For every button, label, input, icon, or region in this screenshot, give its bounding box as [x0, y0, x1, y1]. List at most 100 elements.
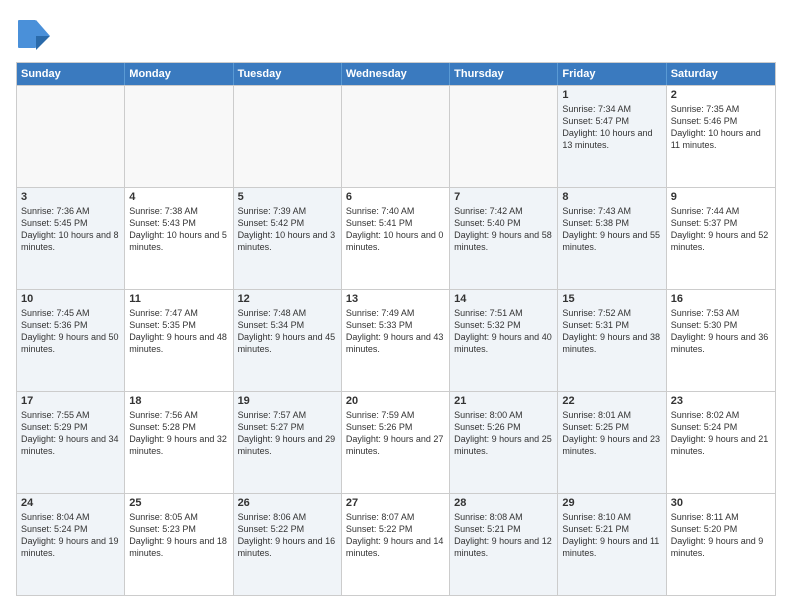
day-number: 5 [238, 191, 337, 203]
day-cell-22: 22 Sunrise: 8:01 AM Sunset: 5:25 PM Dayli… [558, 392, 666, 493]
day-cell-2: 2 Sunrise: 7:35 AM Sunset: 5:46 PM Daylig… [667, 86, 775, 187]
day-cell-12: 12 Sunrise: 7:48 AM Sunset: 5:34 PM Dayli… [234, 290, 342, 391]
day-info: Sunrise: 8:05 AM Sunset: 5:23 PM Dayligh… [129, 511, 228, 560]
day-number: 14 [454, 293, 553, 305]
day-number: 28 [454, 497, 553, 509]
calendar: SundayMondayTuesdayWednesdayThursdayFrid… [16, 62, 776, 596]
day-cell-5: 5 Sunrise: 7:39 AM Sunset: 5:42 PM Daylig… [234, 188, 342, 289]
day-cell-21: 21 Sunrise: 8:00 AM Sunset: 5:26 PM Dayli… [450, 392, 558, 493]
calendar-row-4: 24 Sunrise: 8:04 AM Sunset: 5:24 PM Dayli… [17, 493, 775, 595]
day-cell-8: 8 Sunrise: 7:43 AM Sunset: 5:38 PM Daylig… [558, 188, 666, 289]
day-number: 21 [454, 395, 553, 407]
day-number: 2 [671, 89, 771, 101]
day-info: Sunrise: 7:40 AM Sunset: 5:41 PM Dayligh… [346, 205, 445, 254]
day-info: Sunrise: 7:39 AM Sunset: 5:42 PM Dayligh… [238, 205, 337, 254]
page: SundayMondayTuesdayWednesdayThursdayFrid… [0, 0, 792, 612]
day-cell-24: 24 Sunrise: 8:04 AM Sunset: 5:24 PM Dayli… [17, 494, 125, 595]
day-info: Sunrise: 8:01 AM Sunset: 5:25 PM Dayligh… [562, 409, 661, 458]
day-number: 8 [562, 191, 661, 203]
day-number: 18 [129, 395, 228, 407]
header [16, 16, 776, 52]
empty-cell-0-4 [450, 86, 558, 187]
day-cell-13: 13Sunrise: 7:49 AM Sunset: 5:33 PM Dayli… [342, 290, 450, 391]
day-number: 19 [238, 395, 337, 407]
weekday-header-thursday: Thursday [450, 63, 558, 85]
empty-cell-0-2 [234, 86, 342, 187]
day-info: Sunrise: 7:36 AM Sunset: 5:45 PM Dayligh… [21, 205, 120, 254]
calendar-body: 1 Sunrise: 7:34 AM Sunset: 5:47 PM Daylig… [17, 85, 775, 595]
day-info: Sunrise: 7:59 AM Sunset: 5:26 PM Dayligh… [346, 409, 445, 458]
calendar-row-2: 10 Sunrise: 7:45 AM Sunset: 5:36 PM Dayli… [17, 289, 775, 391]
day-cell-30: 30 Sunrise: 8:11 AM Sunset: 5:20 PM Dayli… [667, 494, 775, 595]
day-cell-3: 3 Sunrise: 7:36 AM Sunset: 5:45 PM Daylig… [17, 188, 125, 289]
weekday-header-tuesday: Tuesday [234, 63, 342, 85]
day-info: Sunrise: 7:42 AM Sunset: 5:40 PM Dayligh… [454, 205, 553, 254]
day-info: Sunrise: 7:35 AM Sunset: 5:46 PM Dayligh… [671, 103, 771, 152]
calendar-row-3: 17 Sunrise: 7:55 AM Sunset: 5:29 PM Dayli… [17, 391, 775, 493]
day-info: Sunrise: 7:56 AM Sunset: 5:28 PM Dayligh… [129, 409, 228, 458]
weekday-header-wednesday: Wednesday [342, 63, 450, 85]
day-number: 27 [346, 497, 445, 509]
day-cell-7: 7 Sunrise: 7:42 AM Sunset: 5:40 PM Daylig… [450, 188, 558, 289]
day-cell-6: 6 Sunrise: 7:40 AM Sunset: 5:41 PM Daylig… [342, 188, 450, 289]
day-info: Sunrise: 8:06 AM Sunset: 5:22 PM Dayligh… [238, 511, 337, 560]
day-cell-16: 16 Sunrise: 7:53 AM Sunset: 5:30 PM Dayli… [667, 290, 775, 391]
weekday-header-monday: Monday [125, 63, 233, 85]
day-info: Sunrise: 8:00 AM Sunset: 5:26 PM Dayligh… [454, 409, 553, 458]
day-number: 16 [671, 293, 771, 305]
day-number: 3 [21, 191, 120, 203]
day-number: 22 [562, 395, 661, 407]
weekday-header-friday: Friday [558, 63, 666, 85]
day-number: 26 [238, 497, 337, 509]
day-number: 9 [671, 191, 771, 203]
day-info: Sunrise: 8:08 AM Sunset: 5:21 PM Dayligh… [454, 511, 553, 560]
day-cell-28: 28 Sunrise: 8:08 AM Sunset: 5:21 PM Dayli… [450, 494, 558, 595]
empty-cell-0-0 [17, 86, 125, 187]
day-number: 24 [21, 497, 120, 509]
empty-cell-0-3 [342, 86, 450, 187]
logo-icon [16, 16, 52, 52]
day-number: 30 [671, 497, 771, 509]
weekday-header-sunday: Sunday [17, 63, 125, 85]
empty-cell-0-1 [125, 86, 233, 187]
day-info: Sunrise: 7:57 AM Sunset: 5:27 PM Dayligh… [238, 409, 337, 458]
day-cell-4: 4 Sunrise: 7:38 AM Sunset: 5:43 PM Daylig… [125, 188, 233, 289]
day-number: 29 [562, 497, 661, 509]
day-info: Sunrise: 7:48 AM Sunset: 5:34 PM Dayligh… [238, 307, 337, 356]
day-number: 11 [129, 293, 228, 305]
day-info: Sunrise: 7:38 AM Sunset: 5:43 PM Dayligh… [129, 205, 228, 254]
day-cell-20: 20 Sunrise: 7:59 AM Sunset: 5:26 PM Dayli… [342, 392, 450, 493]
day-info: Sunrise: 8:02 AM Sunset: 5:24 PM Dayligh… [671, 409, 771, 458]
day-cell-11: 11Sunrise: 7:47 AM Sunset: 5:35 PM Dayli… [125, 290, 233, 391]
day-number: 10 [21, 293, 120, 305]
day-info: Sunrise: 7:44 AM Sunset: 5:37 PM Dayligh… [671, 205, 771, 254]
day-cell-19: 19 Sunrise: 7:57 AM Sunset: 5:27 PM Dayli… [234, 392, 342, 493]
day-number: 13 [346, 293, 445, 305]
day-info: Sunrise: 8:11 AM Sunset: 5:20 PM Dayligh… [671, 511, 771, 560]
day-info: Sunrise: 7:51 AM Sunset: 5:32 PM Dayligh… [454, 307, 553, 356]
day-info: Sunrise: 7:34 AM Sunset: 5:47 PM Dayligh… [562, 103, 661, 152]
day-cell-14: 14 Sunrise: 7:51 AM Sunset: 5:32 PM Dayli… [450, 290, 558, 391]
day-number: 4 [129, 191, 228, 203]
day-number: 25 [129, 497, 228, 509]
day-number: 7 [454, 191, 553, 203]
day-number: 1 [562, 89, 661, 101]
day-number: 15 [562, 293, 661, 305]
calendar-row-1: 3 Sunrise: 7:36 AM Sunset: 5:45 PM Daylig… [17, 187, 775, 289]
day-number: 17 [21, 395, 120, 407]
day-info: Sunrise: 8:10 AM Sunset: 5:21 PM Dayligh… [562, 511, 661, 560]
day-number: 23 [671, 395, 771, 407]
day-info: Sunrise: 7:45 AM Sunset: 5:36 PM Dayligh… [21, 307, 120, 356]
day-info: Sunrise: 7:52 AM Sunset: 5:31 PM Dayligh… [562, 307, 661, 356]
day-number: 6 [346, 191, 445, 203]
day-info: Sunrise: 7:53 AM Sunset: 5:30 PM Dayligh… [671, 307, 771, 356]
calendar-header: SundayMondayTuesdayWednesdayThursdayFrid… [17, 63, 775, 85]
day-cell-1: 1 Sunrise: 7:34 AM Sunset: 5:47 PM Daylig… [558, 86, 666, 187]
day-number: 12 [238, 293, 337, 305]
day-cell-23: 23 Sunrise: 8:02 AM Sunset: 5:24 PM Dayli… [667, 392, 775, 493]
day-number: 20 [346, 395, 445, 407]
day-info: Sunrise: 8:04 AM Sunset: 5:24 PM Dayligh… [21, 511, 120, 560]
day-info: Sunrise: 7:43 AM Sunset: 5:38 PM Dayligh… [562, 205, 661, 254]
day-cell-17: 17 Sunrise: 7:55 AM Sunset: 5:29 PM Dayli… [17, 392, 125, 493]
day-info: Sunrise: 7:55 AM Sunset: 5:29 PM Dayligh… [21, 409, 120, 458]
